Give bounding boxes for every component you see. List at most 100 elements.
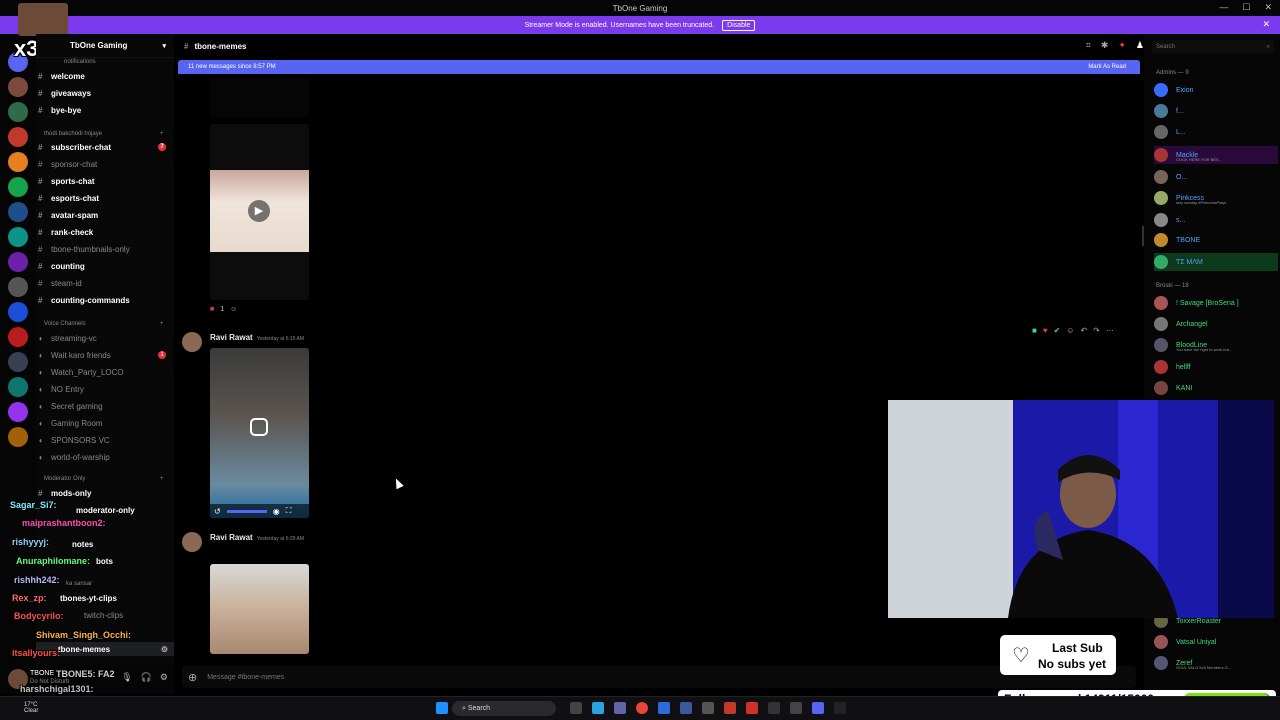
channel-sports-chat[interactable]: # sports-chat	[36, 174, 174, 188]
voice-channel[interactable]: ◖ Watch_Party_LOCO	[36, 365, 174, 379]
channel-counting[interactable]: # counting	[36, 259, 174, 273]
server-icon[interactable]	[8, 177, 28, 197]
server-icon[interactable]	[8, 327, 28, 347]
member-item[interactable]: L...	[1154, 123, 1278, 141]
app-icon[interactable]	[768, 702, 780, 714]
app-icon[interactable]	[790, 702, 802, 714]
app-icon[interactable]	[702, 702, 714, 714]
replay-icon[interactable]: ↺	[214, 507, 221, 516]
server-icon[interactable]	[8, 377, 28, 397]
voice-channel[interactable]: ◖ NO Entry	[36, 382, 174, 396]
category-header[interactable]: thodi bakchodi hojaye +	[44, 131, 164, 137]
check-react-icon[interactable]: ✔	[1054, 326, 1061, 335]
app-icon[interactable]	[746, 702, 758, 714]
message-author[interactable]: Ravi Rawat Yesterday at 6:29 AM	[210, 533, 304, 542]
voice-channel[interactable]: ◖ world-of-warship	[36, 450, 174, 464]
channel-esports-chat[interactable]: # esports-chat	[36, 191, 174, 205]
app-icon[interactable]	[658, 702, 670, 714]
media-attachment[interactable]	[210, 78, 309, 118]
voice-channel[interactable]: ◖ Secret gaming	[36, 399, 174, 413]
server-icon[interactable]	[8, 427, 28, 447]
mark-as-read-button[interactable]: Mark As Read	[1088, 64, 1126, 70]
fullscreen-icon[interactable]: ⛶	[286, 506, 292, 516]
app-icon[interactable]	[834, 702, 846, 714]
reaction-emoji-icon[interactable]: ■	[210, 306, 214, 313]
server-icon[interactable]	[8, 102, 28, 122]
add-channel-icon[interactable]: +	[160, 476, 164, 482]
voice-channel[interactable]: ◖ streaming-vc	[36, 331, 174, 345]
channel-giveaways[interactable]: # giveaways	[36, 86, 174, 100]
server-icon[interactable]	[8, 352, 28, 372]
channel-welcome[interactable]: # welcome	[36, 69, 174, 83]
gear-icon[interactable]: ⚙	[160, 672, 168, 683]
play-icon[interactable]: ▶	[248, 200, 270, 222]
member-item[interactable]: Zeref SOUL VALO 5v5 Members O...	[1154, 654, 1278, 672]
minimize-button[interactable]: —	[1219, 2, 1228, 13]
message-composer[interactable]: ⊕ Message #tbone-memes	[182, 666, 1136, 688]
maximize-button[interactable]: ☐	[1242, 2, 1250, 13]
task-view-icon[interactable]	[570, 702, 582, 714]
voice-channel[interactable]: ◖ SPONSORS VC	[36, 433, 174, 447]
member-item[interactable]: Archangel	[1154, 315, 1278, 333]
channel-counting-commands[interactable]: # counting-commands	[36, 293, 174, 307]
server-icon[interactable]	[8, 77, 28, 97]
category-header[interactable]: Voice Channels +	[44, 321, 164, 327]
message-author[interactable]: Ravi Rawat Yesterday at 6:15 AM	[210, 333, 304, 342]
channel-bye-bye[interactable]: # bye-bye	[36, 103, 174, 117]
member-item[interactable]: s...	[1154, 211, 1278, 229]
member-item[interactable]: f...	[1154, 102, 1278, 120]
settings-icon[interactable]: ⚙	[161, 645, 168, 654]
weather-widget[interactable]: 17°C Clear	[24, 702, 38, 714]
add-channel-icon[interactable]: +	[160, 131, 164, 137]
member-item[interactable]: Exion	[1154, 81, 1278, 99]
threads-icon[interactable]: ⌗	[1086, 40, 1091, 51]
image-attachment[interactable]	[210, 564, 309, 654]
new-messages-bar[interactable]: 11 new messages since 8:57 PM Mark As Re…	[178, 60, 1140, 74]
search-input[interactable]: Search ⌕	[1152, 40, 1274, 54]
disable-streamer-mode-button[interactable]: Disable	[722, 19, 756, 31]
channel-steam-id[interactable]: # steam-id	[36, 276, 174, 290]
voice-channel[interactable]: ◖ Wait karo friends 1	[36, 348, 174, 362]
channel-avatar-spam[interactable]: # avatar-spam	[36, 208, 174, 222]
volume-icon[interactable]: ◉	[273, 507, 280, 516]
category-header[interactable]: Moderator Only +	[44, 476, 164, 482]
close-window-button[interactable]: ✕	[1264, 2, 1272, 13]
chrome-icon[interactable]	[636, 702, 648, 714]
windows-start-icon[interactable]	[436, 702, 448, 714]
message-avatar[interactable]	[182, 332, 202, 352]
add-channel-icon[interactable]: +	[160, 321, 164, 327]
voice-channel[interactable]: ◖ Gaming Room	[36, 416, 174, 430]
progress-track[interactable]	[226, 509, 267, 513]
server-icon[interactable]	[8, 202, 28, 222]
channel-sponsor-chat[interactable]: # sponsor-chat	[36, 157, 174, 171]
member-item[interactable]: Mackle CLICK HERE FOR BES...	[1154, 146, 1278, 164]
app-icon[interactable]	[680, 702, 692, 714]
member-item[interactable]: KANI	[1154, 379, 1278, 397]
member-item[interactable]: O...	[1154, 168, 1278, 186]
server-icon[interactable]	[8, 277, 28, 297]
member-item[interactable]: Pinkcess lazy sunday #PinkcessPlays	[1154, 189, 1278, 207]
server-icon[interactable]	[8, 402, 28, 422]
server-icon[interactable]	[8, 252, 28, 272]
add-reaction-icon[interactable]: ☺	[1066, 326, 1074, 335]
channel-tbone-thumbnails-only[interactable]: # tbone-thumbnails-only	[36, 242, 174, 256]
members-icon[interactable]: ♟	[1136, 40, 1144, 51]
chevron-down-icon[interactable]: ▾	[162, 42, 166, 50]
pin-icon[interactable]: ✦	[1118, 40, 1126, 51]
channel-tbones-yt-clips[interactable]: tbones-yt-clips	[36, 591, 174, 605]
taskbar-search[interactable]: ⌕ Search	[452, 701, 556, 716]
channel-notes[interactable]: notes	[36, 537, 174, 551]
member-item[interactable]: ! Savage [BroSena ]	[1154, 294, 1278, 312]
member-item[interactable]: BloodLine You have the right to work but.…	[1154, 336, 1278, 354]
emoji-react-icon[interactable]: ■	[1032, 326, 1037, 335]
server-icon[interactable]	[8, 127, 28, 147]
member-item[interactable]: ƬΣ MΛΜ	[1154, 253, 1278, 271]
channel-rank-check[interactable]: # rank-check	[36, 225, 174, 239]
video-attachment[interactable]: ↺ ◉ ⛶	[210, 348, 309, 518]
member-item[interactable]: TBONE	[1154, 231, 1278, 249]
heart-react-icon[interactable]: ♥	[1043, 326, 1048, 335]
channel-subscriber-chat[interactable]: # subscriber-chat 7	[36, 140, 174, 154]
member-item[interactable]: Vatsal Uniyal	[1154, 633, 1278, 651]
reply-icon[interactable]: ↶	[1080, 326, 1087, 335]
video-attachment[interactable]: ▶	[210, 124, 309, 300]
